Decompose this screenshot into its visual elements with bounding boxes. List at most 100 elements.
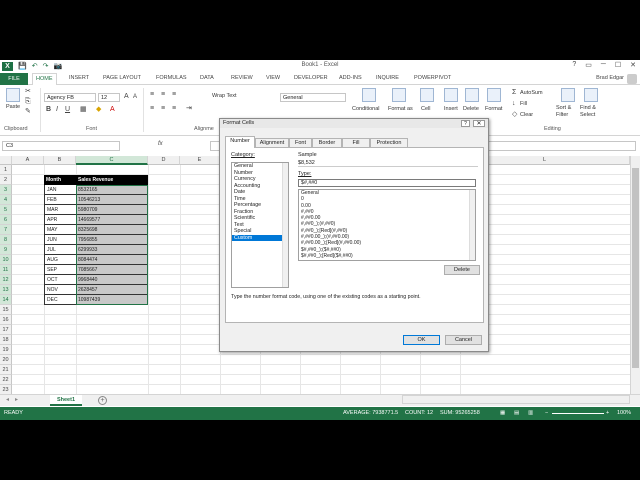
sheet-tab-sheet1[interactable]: Sheet1 — [50, 395, 82, 406]
tab-insert[interactable]: INSERT — [69, 75, 89, 81]
user-name[interactable]: Brad Edgar — [596, 75, 624, 81]
align-center-icon[interactable]: ≡ — [161, 105, 165, 113]
vertical-scrollbar[interactable] — [630, 156, 640, 394]
clear-button[interactable]: Clear — [520, 112, 533, 118]
ok-button[interactable]: OK — [403, 335, 440, 345]
delete-cells-icon[interactable] — [465, 88, 479, 102]
fill-color-icon[interactable]: ◆ — [96, 106, 101, 114]
dialog-help-icon[interactable]: ? — [461, 120, 470, 127]
font-size-field[interactable]: 12 — [98, 93, 120, 102]
row-header[interactable]: 7 — [0, 225, 12, 235]
format-cells-icon[interactable] — [487, 88, 501, 102]
tab-protection[interactable]: Protection — [370, 138, 408, 147]
tab-powerpivot[interactable]: POWERPIVOT — [414, 75, 451, 81]
minimize-icon[interactable]: ─ — [601, 61, 606, 69]
sheet-nav-arrows-icon[interactable]: ◂▸ — [6, 396, 24, 403]
format-code-item[interactable]: $#,##0_);[Red]($#,##0) — [299, 253, 475, 259]
cut-icon[interactable]: ✂ — [25, 88, 31, 96]
month-cell[interactable]: MAY — [44, 225, 76, 235]
align-bottom-icon[interactable]: ≡ — [172, 91, 176, 99]
cancel-button[interactable]: Cancel — [445, 335, 482, 345]
column-header[interactable]: E — [180, 156, 220, 165]
insert-cells-icon[interactable] — [444, 88, 458, 102]
tab-review[interactable]: REVIEW — [231, 75, 253, 81]
row-header[interactable]: 8 — [0, 235, 12, 245]
row-header[interactable]: 6 — [0, 215, 12, 225]
wrap-text-button[interactable]: Wrap Text — [212, 93, 237, 99]
row-header[interactable]: 19 — [0, 345, 12, 355]
zoom-slider[interactable] — [552, 413, 604, 414]
tab-fill[interactable]: Fill — [342, 138, 370, 147]
tab-developer[interactable]: DEVELOPER — [294, 75, 328, 81]
horizontal-scrollbar[interactable] — [402, 395, 630, 404]
italic-icon[interactable]: I — [56, 106, 58, 114]
month-cell[interactable]: FEB — [44, 195, 76, 205]
find-select-button[interactable]: Find & — [580, 105, 596, 111]
tab-page-layout[interactable]: PAGE LAYOUT — [103, 75, 141, 81]
find-select-icon[interactable] — [584, 88, 598, 102]
clear-icon[interactable]: ◇ — [512, 111, 517, 119]
tab-alignment[interactable]: Alignment — [255, 138, 289, 147]
decrease-font-icon[interactable]: A — [133, 93, 137, 101]
delete-cells-button[interactable]: Delete — [463, 106, 479, 112]
format-list-scrollbar[interactable] — [469, 190, 475, 260]
row-header[interactable]: 4 — [0, 195, 12, 205]
row-header[interactable]: 12 — [0, 275, 12, 285]
align-right-icon[interactable]: ≡ — [172, 105, 176, 113]
cell-styles-icon[interactable] — [420, 88, 434, 102]
add-sheet-icon[interactable]: + — [98, 396, 107, 405]
delete-format-button[interactable]: Delete — [444, 265, 480, 275]
sort-filter-button[interactable]: Sort & — [556, 105, 571, 111]
month-cell[interactable]: MAR — [44, 205, 76, 215]
row-header[interactable]: 11 — [0, 265, 12, 275]
month-cell[interactable]: JAN — [44, 185, 76, 195]
paste-button[interactable]: Paste — [6, 104, 20, 110]
row-header[interactable]: 5 — [0, 205, 12, 215]
page-break-view-icon[interactable]: ▥ — [528, 410, 533, 416]
fill-button[interactable]: Fill — [520, 101, 527, 107]
row-header[interactable]: 13 — [0, 285, 12, 295]
type-input[interactable]: $#,##0 — [298, 179, 476, 187]
insert-cells-button[interactable]: Insert — [444, 106, 458, 112]
month-cell[interactable]: SEP — [44, 265, 76, 275]
fx-icon[interactable]: fx — [158, 141, 163, 147]
dialog-close-icon[interactable]: ✕ — [473, 120, 485, 127]
row-header[interactable]: 3 — [0, 185, 12, 195]
format-cells-button[interactable]: Format — [485, 106, 502, 112]
indent-icon[interactable]: ⇥ — [186, 105, 192, 113]
page-layout-view-icon[interactable]: ▤ — [514, 410, 519, 416]
row-header[interactable]: 22 — [0, 375, 12, 385]
category-list[interactable]: General Number Currency Accounting Date Time P… — [231, 162, 289, 288]
ribbon-display-icon[interactable]: ▭ — [585, 61, 592, 69]
maximize-icon[interactable]: ☐ — [615, 61, 621, 69]
zoom-level[interactable]: 100% — [617, 410, 631, 416]
format-painter-icon[interactable]: ✎ — [25, 108, 31, 116]
fill-icon[interactable]: ↓ — [512, 100, 516, 108]
align-middle-icon[interactable]: ≡ — [161, 91, 165, 99]
bold-icon[interactable]: B — [46, 106, 51, 114]
row-header[interactable]: 15 — [0, 305, 12, 315]
tab-inquire[interactable]: INQUIRE — [376, 75, 399, 81]
row-header[interactable]: 14 — [0, 295, 12, 305]
underline-icon[interactable]: U — [65, 106, 70, 114]
row-header[interactable]: 17 — [0, 325, 12, 335]
format-as-table-button[interactable]: Format as — [388, 106, 413, 112]
cell-styles-button[interactable]: Cell — [421, 106, 430, 112]
tab-border[interactable]: Border — [312, 138, 342, 147]
help-icon[interactable]: ? — [572, 61, 576, 69]
column-header[interactable]: B — [44, 156, 76, 165]
month-cell[interactable]: DEC — [44, 295, 76, 305]
find-select-button-line2[interactable]: Select — [580, 112, 595, 118]
font-name-field[interactable]: Agency FB — [44, 93, 96, 102]
align-top-icon[interactable]: ≡ — [150, 91, 154, 99]
category-item[interactable]: Custom — [232, 234, 288, 241]
tab-number[interactable]: Number — [225, 136, 255, 148]
number-format-field[interactable]: General — [280, 93, 346, 102]
table-header-month[interactable]: Month — [44, 175, 76, 185]
close-icon[interactable]: ✕ — [630, 61, 636, 69]
month-cell[interactable]: APR — [44, 215, 76, 225]
increase-font-icon[interactable]: A — [124, 93, 129, 101]
paste-icon[interactable] — [6, 88, 20, 102]
column-header[interactable]: D — [148, 156, 180, 165]
month-cell[interactable]: JUN — [44, 235, 76, 245]
